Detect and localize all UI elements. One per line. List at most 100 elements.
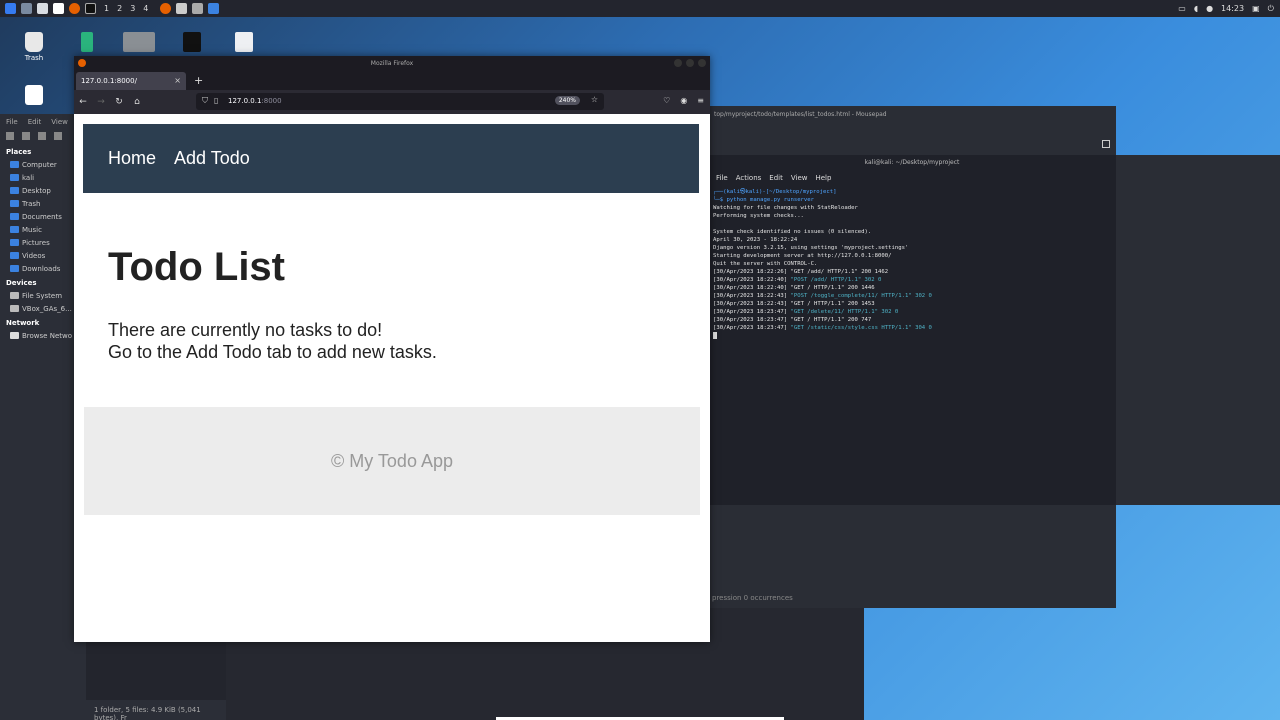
network-label: Browse Netwo <box>22 331 73 340</box>
lock-icon[interactable]: ▣ <box>1252 4 1260 13</box>
fullscreen-icon[interactable] <box>1102 140 1110 148</box>
desktop-icon-image[interactable] <box>119 32 159 52</box>
terminal-line: Watching for file changes with StatReloa… <box>713 205 858 211</box>
show-desktop-icon[interactable] <box>21 3 32 14</box>
folder-icon <box>10 161 19 168</box>
bookmark-star-icon[interactable]: ☆ <box>591 95 598 104</box>
hamburger-menu-icon[interactable]: ≡ <box>697 96 704 105</box>
log-timestamp: [30/Apr/2023 18:23:47] <box>713 325 788 331</box>
menu-file[interactable]: File <box>6 118 18 126</box>
reload-icon[interactable]: ↻ <box>110 97 128 107</box>
maximize-icon[interactable] <box>686 59 694 67</box>
terminal-menu-edit[interactable]: Edit <box>769 174 783 182</box>
folder-icon <box>10 252 19 259</box>
folder-icon <box>10 292 19 299</box>
place-label: Pictures <box>22 238 50 247</box>
mousepad-status: pression 0 occurrences <box>712 594 793 602</box>
device-label: File System <box>22 291 63 300</box>
notification-icon[interactable]: ● <box>1206 4 1213 13</box>
screen-icon[interactable]: ▭ <box>1178 4 1186 13</box>
log-request: "GET /static/css/style.css HTTP/1.1" 304… <box>790 325 932 331</box>
nav-add-todo-link[interactable]: Add Todo <box>174 148 250 169</box>
workspace-3[interactable]: 3 <box>130 4 135 13</box>
place-label: kali <box>22 173 35 182</box>
terminal-menu-file[interactable]: File <box>716 174 728 182</box>
url-host: 127.0.0.1 <box>228 97 262 105</box>
terminal-output: ┌──(kali㉿kali)-[~/Desktop/myproject] └─$… <box>708 188 1116 342</box>
folder-icon <box>10 239 19 246</box>
log-request: "POST /add/ HTTP/1.1" 302 0 <box>790 277 882 283</box>
log-request: "GET /delete/11/ HTTP/1.1" 302 0 <box>790 309 899 315</box>
page-info-icon[interactable]: ▯ <box>214 96 218 105</box>
mousepad-title: top/myproject/todo/templates/list_todos.… <box>708 106 1116 122</box>
power-icon[interactable]: ⏻ <box>1268 4 1274 14</box>
file-manager-body <box>86 642 226 702</box>
workspace-4[interactable]: 4 <box>143 4 148 13</box>
home-icon[interactable] <box>54 132 62 140</box>
close-window-icon[interactable] <box>698 59 706 67</box>
back-arrow-icon[interactable]: ← <box>74 97 92 107</box>
log-timestamp: [30/Apr/2023 18:22:43] <box>713 301 788 307</box>
site-navbar: Home Add Todo <box>83 124 699 193</box>
volume-icon[interactable]: ◖ <box>1194 4 1198 13</box>
folder-icon <box>10 305 19 312</box>
menu-edit[interactable]: Edit <box>28 118 42 126</box>
taskbar-files-icon[interactable] <box>192 3 204 14</box>
device-label: VBox_GAs_6... <box>22 304 72 313</box>
back-icon[interactable] <box>6 132 14 140</box>
terminal-line: Starting development server at http://12… <box>713 253 892 259</box>
log-timestamp: [30/Apr/2023 18:22:43] <box>713 293 788 299</box>
pocket-icon[interactable]: ♡ <box>663 96 670 105</box>
taskbar-folder-icon[interactable] <box>208 3 220 14</box>
clock[interactable]: 14:23 <box>1221 4 1244 13</box>
workspace-2[interactable]: 2 <box>117 4 122 13</box>
log-request: "GET / HTTP/1.1" 200 1446 <box>790 285 875 291</box>
terminal-menu-view[interactable]: View <box>791 174 808 182</box>
footer-text: © My Todo App <box>330 450 453 471</box>
folder-icon <box>10 187 19 194</box>
desktop-icon-text[interactable] <box>224 32 264 52</box>
terminal-menu-help[interactable]: Help <box>815 174 831 182</box>
extension-icon[interactable]: ◉ <box>680 96 687 105</box>
new-tab-button[interactable]: + <box>186 74 211 90</box>
home-button-icon[interactable]: ⌂ <box>128 97 146 107</box>
terminal-line: System check identified no issues (0 sil… <box>713 229 872 235</box>
place-label: Desktop <box>22 186 51 195</box>
image-icon <box>123 32 155 52</box>
desktop-icon-cpp[interactable] <box>172 32 212 52</box>
terminal-menu-actions[interactable]: Actions <box>736 174 762 182</box>
taskbar-firefox-icon[interactable] <box>160 3 172 14</box>
empty-message-line2: Go to the Add Todo tab to add new tasks. <box>108 342 437 362</box>
tab-title: 127.0.0.1:8000/ <box>81 77 137 85</box>
workspace-1[interactable]: 1 <box>104 4 109 13</box>
url-bar[interactable]: ⛉ ▯ 127.0.0.1:8000 240% ☆ <box>196 93 604 110</box>
tab-close-icon[interactable]: × <box>174 76 181 85</box>
terminal-line: Quit the server with CONTROL-C. <box>713 261 818 267</box>
site-footer: © My Todo App <box>84 407 700 515</box>
menu-view[interactable]: View <box>51 118 68 126</box>
zoom-level[interactable]: 240% <box>554 96 580 105</box>
tab-localhost[interactable]: 127.0.0.1:8000/ × <box>76 72 186 90</box>
text-editor-icon[interactable] <box>53 3 64 14</box>
forward-icon[interactable] <box>22 132 30 140</box>
terminal-icon[interactable] <box>85 3 96 14</box>
taskbar-editor-icon[interactable] <box>176 3 188 14</box>
terminal-window[interactable]: kali@kali: ~/Desktop/myproject File Acti… <box>708 155 1116 505</box>
terminal-command: └─$ python manage.py runserver <box>713 197 815 203</box>
minimize-icon[interactable] <box>674 59 682 67</box>
firefox-icon[interactable] <box>69 3 80 14</box>
desktop-icon-app[interactable] <box>14 85 54 105</box>
folder-icon <box>10 265 19 272</box>
desktop-icon-trash[interactable]: Trash <box>14 32 54 62</box>
kali-menu-icon[interactable] <box>5 3 16 14</box>
terminal-cursor <box>713 332 717 339</box>
shield-icon[interactable]: ⛉ <box>202 96 208 106</box>
folder-icon <box>10 213 19 220</box>
folder-icon <box>10 174 19 181</box>
empty-message: There are currently no tasks to do! Go t… <box>108 319 437 363</box>
up-icon[interactable] <box>38 132 46 140</box>
desktop-icon-editor[interactable] <box>67 32 107 52</box>
nav-home-link[interactable]: Home <box>108 148 156 169</box>
forward-arrow-icon[interactable]: → <box>92 97 110 107</box>
file-manager-icon[interactable] <box>37 3 48 14</box>
